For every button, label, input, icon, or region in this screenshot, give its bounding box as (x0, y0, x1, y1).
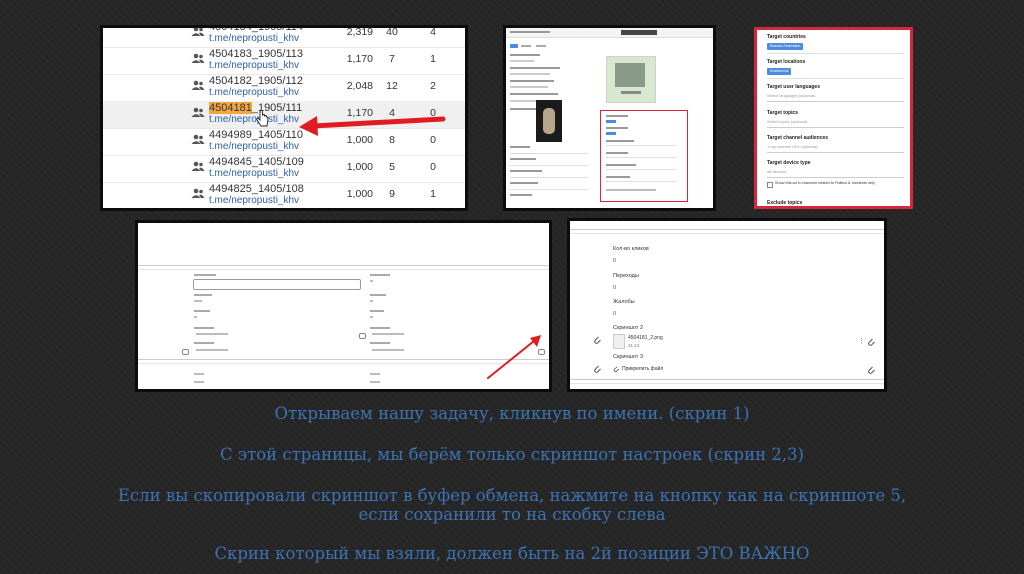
device-type-select[interactable]: All devices (767, 167, 904, 178)
caption-line-2: С этой страницы, мы берём только скриншо… (220, 445, 804, 464)
screenshot-2-ad-editor (503, 25, 716, 211)
caption-line-4: Скрин который мы взяли, должен быть на 2… (214, 544, 810, 563)
languages-input[interactable]: Select languages (optional) (767, 91, 904, 102)
form-fields-lower (510, 146, 596, 206)
screenshot-4-form (135, 220, 552, 392)
screenshot-1-table: 4504184_1905/114 t.me/nepropusti_khv 2,3… (100, 25, 468, 211)
attach-file-link[interactable]: Прикрепить файл (622, 366, 663, 372)
clicks-label: Кол-во кликов (613, 246, 649, 252)
more-vertical-icon[interactable]: ⋮ (858, 338, 865, 345)
label-exclude-topics: Exclude topics (767, 200, 803, 206)
red-arrow (487, 335, 541, 379)
file-size: 31.13 (628, 343, 640, 348)
caption-line-1: Открываем нашу задачу, кликнув по имени.… (274, 404, 750, 423)
top-bar (506, 28, 713, 38)
screenshot2-label: Скриншот 2 (613, 325, 644, 331)
paperclip-icon[interactable] (866, 365, 876, 375)
tab-active[interactable] (510, 44, 518, 48)
screenshot3-label: Скриншот 3 (613, 354, 644, 360)
channel-audience-input[interactable]: 1 ray channel URL (optional) (767, 142, 904, 153)
label-target-locations: Target locations (767, 59, 806, 65)
file-thumbnail[interactable] (613, 334, 625, 349)
paperclip-icon[interactable] (866, 337, 876, 347)
topics-input[interactable]: Select topics (optional) (767, 117, 904, 128)
politics-checkbox-label: Show this ad in channels related to Poli… (775, 181, 875, 185)
politics-checkbox[interactable] (767, 182, 773, 188)
tab[interactable] (536, 45, 546, 47)
screenshot-3-targeting: Target countries Russian Federation Targ… (754, 27, 913, 209)
label-target-channel-audiences: Target channel audiences (767, 135, 829, 141)
chip-location[interactable]: Khabarovsk (767, 68, 792, 75)
attach-icon[interactable] (612, 365, 620, 373)
file-name[interactable]: 4504181_2.png (628, 335, 663, 341)
clicks-value: 0 (613, 258, 617, 264)
complaints-label: Жалобы (613, 299, 635, 305)
label-target-device-type: Target device type (767, 160, 811, 166)
caption-line-3a: Если вы скопировали скриншот в буфер обм… (117, 486, 907, 505)
complaints-value: 0 (613, 311, 617, 317)
preview-image (536, 100, 562, 142)
tab[interactable] (521, 45, 531, 47)
screenshot-5-stats: Кол-во кликов 0 Переходы 0 Жалобы 0 Скри… (567, 218, 887, 392)
label-target-countries: Target countries (767, 34, 806, 40)
transitions-label: Переходы (613, 273, 639, 279)
map-preview (606, 56, 656, 103)
red-arrow (299, 116, 446, 136)
hand-cursor-icon (256, 110, 269, 127)
targeting-settings-box (600, 110, 688, 202)
paperclip-icon[interactable] (592, 335, 602, 345)
label-target-topics: Target topics (767, 110, 799, 116)
label-target-user-languages: Target user languages (767, 84, 820, 90)
transitions-value: 0 (613, 285, 617, 291)
chip-country[interactable]: Russian Federation (767, 43, 804, 50)
caption-line-3b: если сохранили то на скобку слева (358, 505, 666, 524)
paperclip-icon[interactable] (592, 364, 602, 374)
